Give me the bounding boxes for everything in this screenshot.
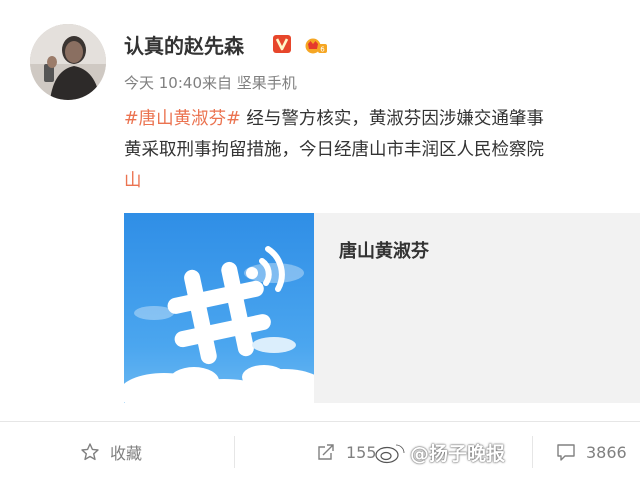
comment-icon	[557, 444, 575, 461]
level-crown-icon[interactable]: 6	[303, 36, 327, 54]
username[interactable]: 认真的赵先森	[124, 30, 244, 59]
post-timestamp[interactable]: 今天 10:40	[124, 74, 202, 92]
avatar[interactable]	[30, 24, 106, 100]
favorite-button[interactable]: 收藏	[80, 440, 142, 464]
post-source[interactable]: 坚果手机	[237, 74, 297, 92]
action-divider	[0, 421, 640, 422]
source-prefix: 来自	[202, 74, 233, 92]
watermark-text: @扬子晚报	[410, 443, 506, 465]
favorite-label: 收藏	[110, 444, 143, 463]
weibo-post: 认真的赵先森 6 今天 10:40来自 坚果手机 #唐山黄淑芬# 经与警方核实，…	[0, 0, 640, 480]
post-body: #唐山黄淑芬# 经与警方核实，黄淑芬因涉嫌交通肇事 黄采取刑事拘留措施，今日经唐…	[124, 104, 640, 197]
watermark: @扬子晚报	[374, 439, 505, 466]
post-line-1-text: 经与警方核实，黄淑芬因涉嫌交通肇事	[240, 109, 544, 129]
comment-button[interactable]: 3866	[556, 440, 627, 464]
card-title[interactable]: 唐山黄淑芬	[339, 237, 429, 263]
repost-button[interactable]: 155	[316, 440, 377, 464]
verified-v-icon	[273, 35, 291, 53]
star-icon	[81, 443, 99, 461]
action-separator	[532, 436, 533, 468]
action-separator	[234, 436, 235, 468]
svg-text:6: 6	[320, 46, 325, 54]
comment-count: 3866	[586, 442, 627, 462]
share-icon	[318, 444, 334, 460]
hashtag-link[interactable]: #唐山黄淑芬#	[124, 109, 241, 129]
post-line-2: 黄采取刑事拘留措施，今日经唐山市丰润区人民检察院	[124, 140, 544, 160]
weibo-logo-icon	[375, 443, 406, 463]
post-meta: 今天 10:40来自 坚果手机	[124, 72, 297, 93]
post-line-3-link[interactable]: 山	[124, 166, 640, 197]
repost-count: 155	[346, 442, 377, 462]
topic-thumbnail	[124, 213, 314, 403]
topic-card[interactable]: 唐山黄淑芬	[124, 213, 640, 403]
post-line-1: #唐山黄淑芬# 经与警方核实，黄淑芬因涉嫌交通肇事	[124, 104, 640, 135]
